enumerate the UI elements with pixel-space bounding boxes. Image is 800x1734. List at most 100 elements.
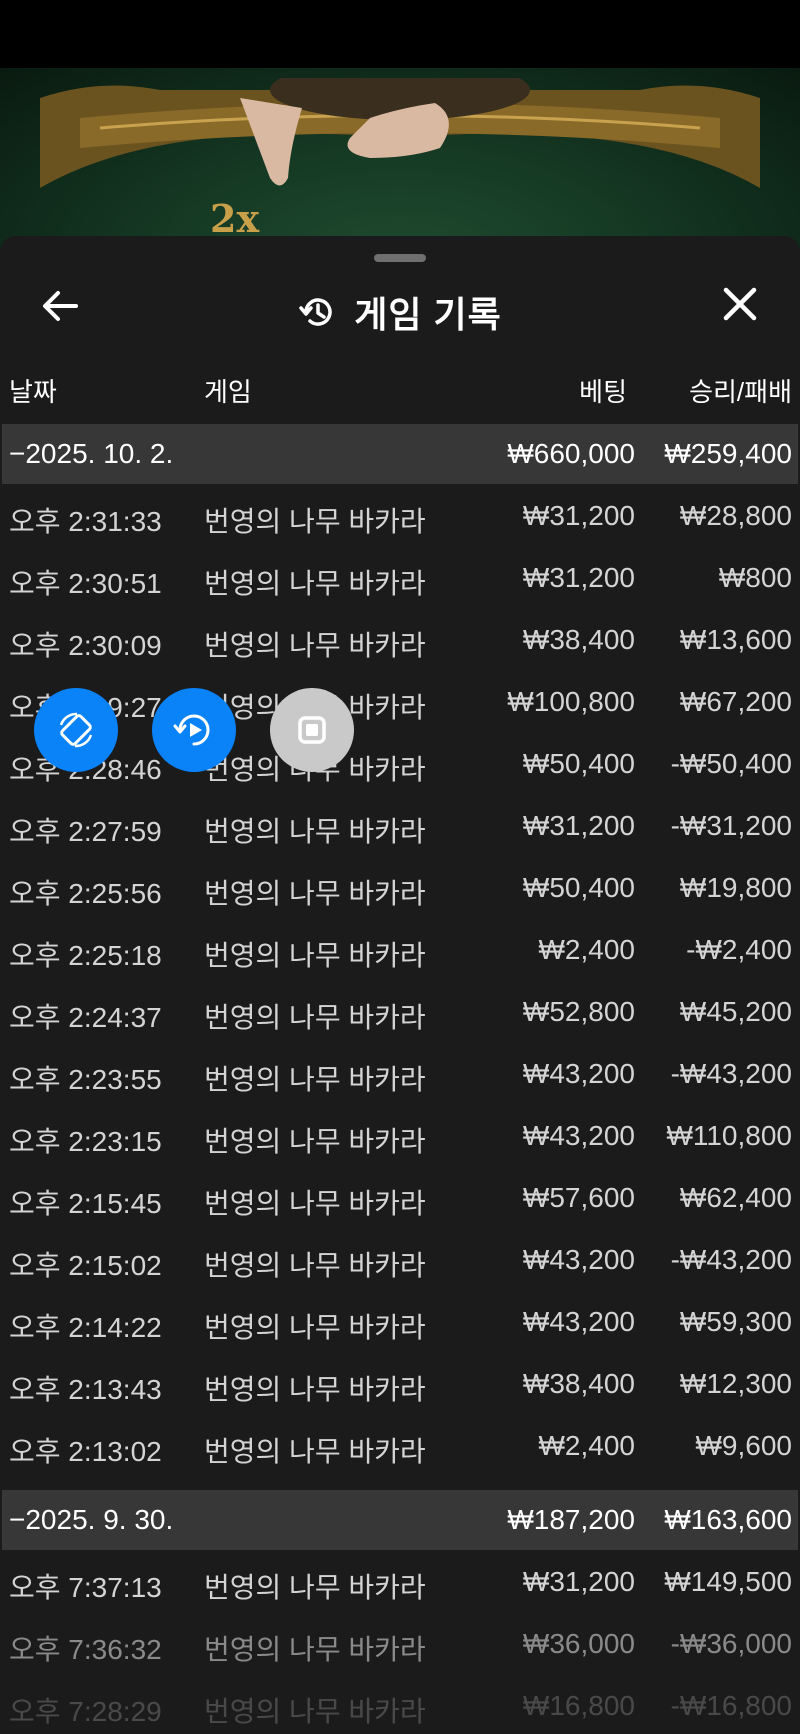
row-game: 번영의 나무 바카라 [204, 1064, 426, 1095]
row-result: -₩2,400 [686, 934, 792, 965]
rotate-screen-button[interactable] [34, 688, 118, 772]
column-bet: 베팅 [579, 377, 627, 407]
table-row[interactable]: 오후 2:28:46번영의 나무 바카라₩50,400-₩50,400 [0, 734, 800, 796]
row-bet: ₩43,200 [522, 1244, 635, 1275]
row-result: ₩149,500 [664, 1566, 792, 1597]
row-bet: ₩50,400 [522, 872, 635, 903]
replay-button[interactable] [152, 688, 236, 772]
table-row[interactable]: 오후 2:13:02 번영의 나무 바카라 ₩2,400 ₩9,600 [0, 1416, 800, 1478]
close-button[interactable] [716, 280, 764, 328]
row-result: -₩43,200 [670, 1244, 792, 1275]
drag-handle[interactable] [374, 254, 426, 262]
row-time: 오후 2:31:33 [9, 506, 162, 537]
row-time: 오후 2:30:51 [9, 568, 162, 599]
row-result: ₩59,300 [679, 1306, 792, 1337]
row-game: 번영의 나무 바카라 [204, 1634, 426, 1665]
table-row[interactable]: 오후 2:23:55 번영의 나무 바카라 ₩43,200 -₩43,200 [0, 1044, 800, 1106]
table-row[interactable]: 오후 2:29:27번영의 나무 바카라₩100,800₩67,200 [0, 672, 800, 734]
row-bet: ₩16,800 [522, 1690, 635, 1721]
row-result: ₩28,800 [679, 500, 792, 531]
row-time: 오후 2:30:09 [9, 630, 162, 661]
row-time: 오후 2:14:22 [9, 1312, 162, 1343]
row-result: ₩9,600 [695, 1430, 793, 1461]
table-row[interactable]: 오후 2:14:22 번영의 나무 바카라 ₩43,200 ₩59,300 [0, 1292, 800, 1354]
row-result: -₩16,800 [670, 1690, 792, 1721]
row-game: 번영의 나무 바카라 [204, 630, 426, 661]
payout-multiplier: 2x [210, 196, 260, 241]
row-result: ₩110,800 [666, 1120, 792, 1151]
row-bet: ₩100,800 [507, 686, 635, 717]
row-bet: ₩38,400 [522, 624, 635, 655]
row-time: 오후 2:23:55 [9, 1064, 162, 1095]
row-game: 번영의 나무 바카라 [204, 1126, 426, 1157]
row-game: 번영의 나무 바카라 [204, 1188, 426, 1219]
table-row[interactable]: 오후 2:30:09 번영의 나무 바카라 ₩38,400 ₩13,600 [0, 610, 800, 672]
group-total-bet: ₩187,200 [507, 1504, 635, 1535]
row-result: ₩67,200 [679, 686, 792, 717]
game-history-sheet: 게임 기록 날짜 게임 베팅 승리/패배 −2025. 10. 2. ₩660,… [0, 236, 800, 1734]
row-time: 오후 2:13:43 [9, 1374, 162, 1405]
row-bet: ₩57,600 [522, 1182, 635, 1213]
row-game: 번영의 나무 바카라 [204, 1572, 426, 1603]
row-time: 오후 2:13:02 [9, 1436, 162, 1467]
date-group-header[interactable]: −2025. 10. 2. ₩660,000 ₩259,400 [2, 424, 798, 484]
table-row[interactable]: 오후 2:31:33 번영의 나무 바카라 ₩31,200 ₩28,800 [0, 486, 800, 548]
column-date: 날짜 [9, 377, 57, 407]
row-result: -₩31,200 [670, 810, 792, 841]
row-time: 오후 2:25:18 [9, 940, 162, 971]
row-result: ₩13,600 [679, 624, 792, 655]
replay-icon [173, 714, 210, 746]
row-result: -₩50,400 [670, 748, 792, 779]
row-game: 번영의 나무 바카라 [204, 1250, 426, 1281]
group-total-result: ₩163,600 [664, 1504, 792, 1535]
row-time: 오후 7:37:13 [9, 1572, 162, 1603]
group-total-bet: ₩660,000 [507, 438, 635, 469]
table-row[interactable]: 오후 2:27:59 번영의 나무 바카라 ₩31,200 -₩31,200 [0, 796, 800, 858]
table-row[interactable]: 오후 7:37:13 번영의 나무 바카라 ₩31,200 ₩149,500 [0, 1552, 800, 1614]
row-time: 오후 2:15:02 [9, 1250, 162, 1281]
row-time: 오후 7:36:32 [9, 1634, 162, 1665]
row-result: -₩36,000 [670, 1628, 792, 1659]
table-row[interactable]: 오후 2:15:02 번영의 나무 바카라 ₩43,200 -₩43,200 [0, 1230, 800, 1292]
table-row[interactable]: 오후 2:13:43 번영의 나무 바카라 ₩38,400 ₩12,300 [0, 1354, 800, 1416]
table-row[interactable]: 오후 2:30:51 번영의 나무 바카라 ₩31,200 ₩800 [0, 548, 800, 610]
row-bet: ₩50,400 [522, 748, 635, 779]
table-row[interactable]: 오후 2:25:18 번영의 나무 바카라 ₩2,400 -₩2,400 [0, 920, 800, 982]
row-bet: ₩31,200 [522, 810, 635, 841]
row-game: 번영의 나무 바카라 [204, 1436, 426, 1467]
row-result: ₩19,800 [679, 872, 792, 903]
row-bet: ₩43,200 [522, 1306, 635, 1337]
table-row[interactable]: 오후 2:23:15 번영의 나무 바카라 ₩43,200 ₩110,800 [0, 1106, 800, 1168]
row-game: 번영의 나무 바카라 [204, 940, 426, 971]
column-game: 게임 [204, 377, 252, 407]
row-game: 번영의 나무 바카라 [204, 816, 426, 847]
row-bet: ₩38,400 [522, 1368, 635, 1399]
group-date: −2025. 10. 2. [9, 438, 174, 469]
row-result: ₩12,300 [679, 1368, 792, 1399]
table-row[interactable]: 오후 7:36:32 번영의 나무 바카라 ₩36,000 -₩36,000 [0, 1614, 800, 1676]
row-result: ₩45,200 [679, 996, 792, 1027]
group-date: −2025. 9. 30. [9, 1504, 174, 1535]
row-time: 오후 2:24:37 [9, 1002, 162, 1033]
row-game: 번영의 나무 바카라 [204, 506, 426, 537]
row-game: 번영의 나무 바카라 [204, 1312, 426, 1343]
row-time: 오후 7:28:29 [9, 1696, 162, 1727]
date-group-header[interactable]: −2025. 9. 30. ₩187,200 ₩163,600 [2, 1490, 798, 1550]
row-game: 번영의 나무 바카라 [204, 568, 426, 599]
row-game: 번영의 나무 바카라 [204, 878, 426, 909]
row-bet: ₩31,200 [522, 562, 635, 593]
table-row[interactable]: 오후 2:24:37 번영의 나무 바카라 ₩52,800 ₩45,200 [0, 982, 800, 1044]
stop-button[interactable] [270, 688, 354, 772]
row-bet: ₩31,200 [522, 500, 635, 531]
row-game: 번영의 나무 바카라 [204, 1696, 426, 1727]
table-row[interactable]: 오후 2:15:45 번영의 나무 바카라 ₩57,600 ₩62,400 [0, 1168, 800, 1230]
row-bet: ₩31,200 [522, 1566, 635, 1597]
close-icon [723, 287, 757, 321]
table-row[interactable]: 오후 2:25:56 번영의 나무 바카라 ₩50,400 ₩19,800 [0, 858, 800, 920]
group-total-result: ₩259,400 [664, 438, 792, 469]
row-bet: ₩52,800 [522, 996, 635, 1027]
page-title: 게임 기록 [354, 294, 502, 335]
table-row[interactable]: 오후 7:28:29 번영의 나무 바카라 ₩16,800 -₩16,800 [0, 1676, 800, 1734]
row-bet: ₩2,400 [538, 934, 636, 965]
row-time: 오후 2:23:15 [9, 1126, 162, 1157]
